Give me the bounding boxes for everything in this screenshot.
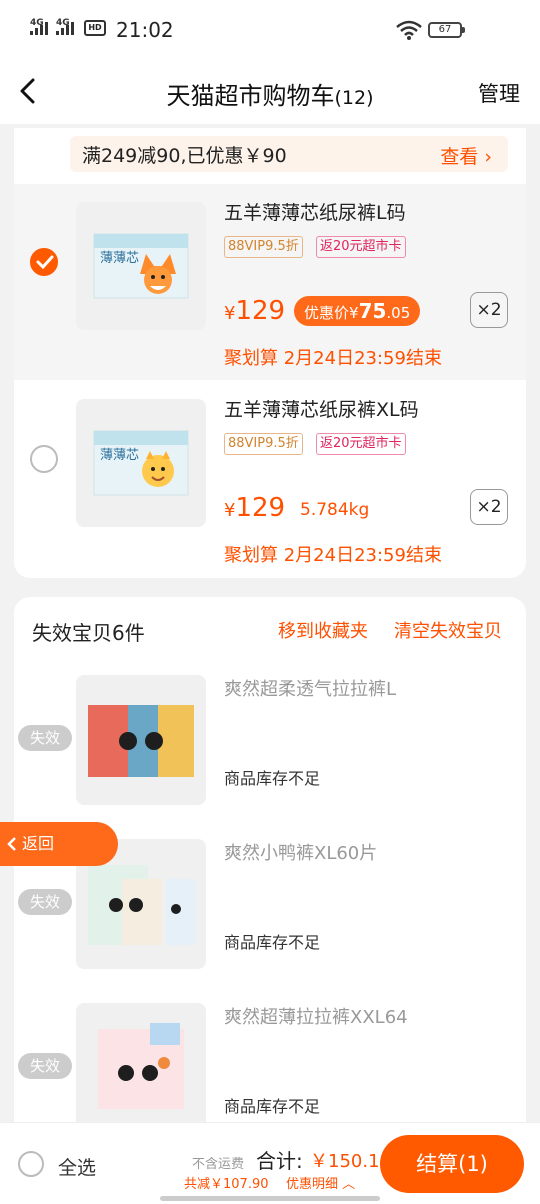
promo-text: 满249减90,已优惠￥90 [82,145,287,167]
page-title-text: 天猫超市购物车 [166,82,335,110]
page-title: 天猫超市购物车(12) [0,76,540,111]
battery-icon: 67 [428,22,465,38]
discount-total: 共减￥107.90 [184,1177,269,1192]
product-image[interactable] [76,1003,206,1133]
nav-bar: 天猫超市购物车(12) 管理 [0,62,540,124]
item-price: ¥129 [224,296,286,326]
svg-text:薄薄芯: 薄薄芯 [100,251,139,266]
flash-sale-text: 聚划算 2月24日23:59结束 [224,545,442,566]
clock: 21:02 [116,18,174,42]
promo-view-link[interactable]: 查看 › [440,142,492,169]
flash-sale-text: 聚划算 2月24日23:59结束 [224,348,442,369]
manage-button[interactable]: 管理 [478,78,520,108]
invalid-section-title: 失效宝贝6件 [32,621,145,645]
vip-discount-tag: 88VIP9.5折 [224,433,303,455]
promo-banner[interactable]: 满249减90,已优惠￥90 查看 › [70,136,508,172]
chevron-right-icon: › [484,146,492,168]
invalid-item-title[interactable]: 爽然超柔透气拉拉裤L [224,675,396,701]
select-all-checkbox[interactable] [18,1151,44,1177]
stock-status: 商品库存不足 [224,933,321,952]
invalid-badge: 失效 [18,889,72,915]
quantity-button[interactable]: ×2 [470,489,508,525]
chevron-left-icon [7,837,16,851]
item-weight: 5.784kg [300,500,370,520]
move-to-favorites-button[interactable]: 移到收藏夹 [278,617,368,643]
checkmark-icon [36,255,54,269]
checkout-bar: 全选 不含运费 合计: ￥150.1 共减￥107.90 优惠明细 ︿ 结算(1… [0,1122,540,1204]
signal-icon-1 [30,22,48,35]
cart-card: 满249减90,已优惠￥90 查看 › 薄薄芯 五羊薄薄芯纸尿裤L码 88VIP… [14,128,526,578]
deal-price-int: 75 [358,299,387,323]
total-amount: ￥150.1 [310,1151,380,1172]
quantity-button[interactable]: ×2 [470,292,508,328]
cart-item[interactable]: 薄薄芯 五羊薄薄芯纸尿裤XL码 88VIP9.5折 返20元超市卡 ¥129 5… [14,381,526,577]
product-image[interactable] [76,675,206,805]
discount-detail-link[interactable]: 优惠明细 ︿ [286,1173,355,1192]
item-title[interactable]: 五羊薄薄芯纸尿裤XL码 [224,395,419,422]
chevron-up-icon: ︿ [342,1177,356,1192]
vip-discount-tag: 88VIP9.5折 [224,236,303,258]
floating-back-button[interactable]: 返回 [0,822,118,866]
item-price-value: 129 [235,493,286,523]
deal-label: 优惠价 [304,304,350,322]
shipping-note: 不含运费 [192,1157,245,1172]
total-label: 合计: [256,1149,303,1173]
item-price: ¥129 [224,493,286,523]
deal-price-dec: .05 [386,304,411,322]
cart-item[interactable]: 薄薄芯 五羊薄薄芯纸尿裤L码 88VIP9.5折 返20元超市卡 ¥129 优惠… [14,184,526,380]
invalid-badge: 失效 [18,1053,72,1079]
promo-link-label: 查看 [440,146,479,168]
product-image[interactable]: 薄薄芯 [76,399,206,527]
invalid-item[interactable]: 失效 爽然超薄拉拉裤XXL64 商品库存不足 [14,1003,526,1137]
home-indicator [160,1196,380,1201]
wifi-icon [396,20,422,40]
invalid-items-card: 失效宝贝6件 移到收藏夹 清空失效宝贝 失效 爽然超柔透气拉拉裤L 商品库存不足… [14,597,526,1137]
invalid-item[interactable]: 失效 爽然超柔透气拉拉裤L 商品库存不足 [14,675,526,825]
select-all-label[interactable]: 全选 [58,1153,96,1180]
clear-invalid-button[interactable]: 清空失效宝贝 [394,617,502,643]
invalid-item-title[interactable]: 爽然超薄拉拉裤XXL64 [224,1003,408,1029]
cashback-tag: 返20元超市卡 [316,236,406,258]
cart-count: (12) [334,87,374,109]
item-checkbox[interactable] [30,445,58,473]
stock-status: 商品库存不足 [224,1097,321,1116]
product-image[interactable]: 薄薄芯 [76,202,206,330]
signal-icon-2 [56,22,74,35]
invalid-badge: 失效 [18,725,72,751]
hd-icon: HD [84,20,106,36]
invalid-item-title[interactable]: 爽然小鸭裤XL60片 [224,839,377,865]
checkout-button[interactable]: 结算(1) [380,1135,524,1193]
cashback-tag: 返20元超市卡 [316,433,406,455]
svg-text:薄薄芯: 薄薄芯 [100,448,139,463]
item-title[interactable]: 五羊薄薄芯纸尿裤L码 [224,198,406,225]
item-checkbox-checked[interactable] [30,248,58,276]
deal-price-badge: 优惠价¥75.05 [294,296,421,326]
stock-status: 商品库存不足 [224,769,321,788]
status-bar: 4G 4G HD 21:02 67 [0,0,540,62]
item-price-value: 129 [235,296,286,326]
discount-detail-label: 优惠明细 [286,1177,339,1192]
floating-back-label: 返回 [22,834,55,853]
